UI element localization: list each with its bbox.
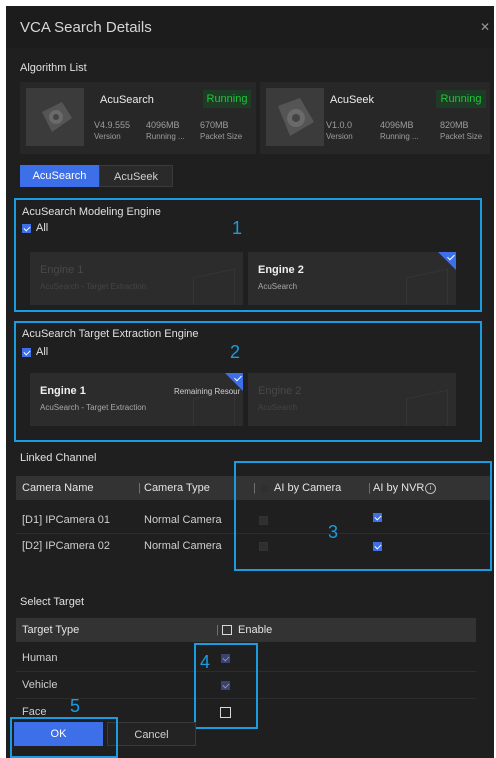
- select-target-header: Target Type | Enable: [16, 618, 476, 642]
- extraction-engine-2-card: Engine 2 AcuSearch: [248, 373, 456, 426]
- annotation-number-4: 4: [200, 652, 211, 672]
- annotation-number-1: 1: [232, 218, 243, 238]
- camera-type-cell: Normal Camera: [144, 540, 222, 552]
- status-badge: Running: [436, 90, 486, 108]
- linked-channel-label: Linked Channel: [20, 452, 97, 464]
- camera-name-cell: [D2] IPCamera 02: [22, 540, 111, 552]
- annotation-number-2: 2: [230, 342, 241, 362]
- enable-all-checkbox[interactable]: [222, 625, 232, 635]
- annotation-number-3: 3: [328, 522, 339, 542]
- select-target-label: Select Target: [20, 596, 85, 608]
- version-value: V4.9.555: [94, 120, 131, 130]
- running-value: 4096MB: [146, 120, 180, 130]
- column-enable: Enable: [238, 624, 273, 636]
- packet-size-value: 670MB: [200, 120, 229, 130]
- engine-subtitle: AcuSearch: [258, 282, 298, 291]
- modeling-engine-2-card[interactable]: Engine 2 AcuSearch: [248, 252, 456, 305]
- engine-name: Engine 1: [40, 264, 84, 276]
- extraction-all-checkbox[interactable]: [22, 348, 31, 357]
- camera-name-cell: [D1] IPCamera 01: [22, 514, 111, 526]
- engine-cube-icon: [193, 268, 235, 305]
- annotation-box-5: [10, 717, 118, 758]
- algorithm-name: AcuSearch: [100, 94, 154, 106]
- algorithm-card-acuseek: AcuSeek Running V1.0.0 Version 4096MB Ru…: [260, 82, 490, 154]
- extraction-all-label: All: [36, 346, 49, 358]
- column-separator: |: [138, 482, 141, 494]
- algorithm-thumbnail-icon: [26, 88, 84, 146]
- close-icon[interactable]: ✕: [480, 21, 490, 33]
- version-label: Version: [94, 132, 121, 141]
- algorithm-thumbnail-icon: [266, 88, 324, 146]
- packet-size-value: 820MB: [440, 120, 469, 130]
- status-badge: Running: [203, 90, 251, 108]
- column-target-type: Target Type: [22, 624, 80, 636]
- remaining-resources-label: Remaining Resour: [174, 387, 241, 396]
- algorithm-name: AcuSeek: [330, 94, 375, 106]
- engine-cube-icon: [406, 389, 448, 426]
- tab-acusearch[interactable]: AcuSearch: [20, 165, 99, 187]
- tab-acuseek[interactable]: AcuSeek: [99, 165, 173, 187]
- engine-subtitle: AcuSearch - Target Extraction: [40, 403, 147, 412]
- running-label: Running ...: [146, 132, 185, 141]
- engine-subtitle: AcuSearch - Target Extraction: [40, 282, 147, 291]
- dialog-titlebar: VCA Search Details ✕: [6, 6, 494, 48]
- annotation-box-3: [234, 461, 492, 571]
- column-separator: |: [216, 624, 219, 636]
- modeling-all-checkbox[interactable]: [22, 224, 31, 233]
- algorithm-list-label: Algorithm List: [20, 62, 87, 74]
- modeling-engine-1-card: Engine 1 AcuSearch - Target Extraction: [30, 252, 243, 305]
- engine-name: Engine 2: [258, 264, 304, 276]
- engine-subtitle: AcuSearch: [258, 403, 298, 412]
- extraction-engine-1-card[interactable]: Engine 1 AcuSearch - Target Extraction R…: [30, 373, 243, 426]
- annotation-number-5: 5: [70, 696, 81, 716]
- modeling-engine-title: AcuSearch Modeling Engine: [22, 206, 161, 218]
- modeling-all-label: All: [36, 222, 49, 234]
- cancel-button[interactable]: Cancel: [107, 722, 196, 746]
- engine-name: Engine 1: [40, 385, 86, 397]
- target-type-cell: Human: [22, 652, 58, 664]
- engine-cube-icon: [406, 268, 448, 305]
- engine-name: Engine 2: [258, 385, 302, 397]
- target-type-cell: Vehicle: [22, 679, 58, 691]
- extraction-engine-title: AcuSearch Target Extraction Engine: [22, 328, 199, 340]
- running-value: 4096MB: [380, 120, 414, 130]
- column-camera-name: Camera Name: [22, 482, 94, 494]
- version-value: V1.0.0: [326, 120, 353, 130]
- vca-search-details-dialog: VCA Search Details ✕ Algorithm List AcuS…: [6, 6, 494, 758]
- dialog-title: VCA Search Details: [20, 19, 152, 36]
- camera-type-cell: Normal Camera: [144, 514, 222, 526]
- column-camera-type: Camera Type: [144, 482, 210, 494]
- packet-size-label: Packet Size: [440, 132, 483, 141]
- packet-size-label: Packet Size: [200, 132, 243, 141]
- running-label: Running ...: [380, 132, 419, 141]
- algorithm-card-acusearch: AcuSearch Running V4.9.555 Version 4096M…: [20, 82, 256, 154]
- version-label: Version: [326, 132, 353, 141]
